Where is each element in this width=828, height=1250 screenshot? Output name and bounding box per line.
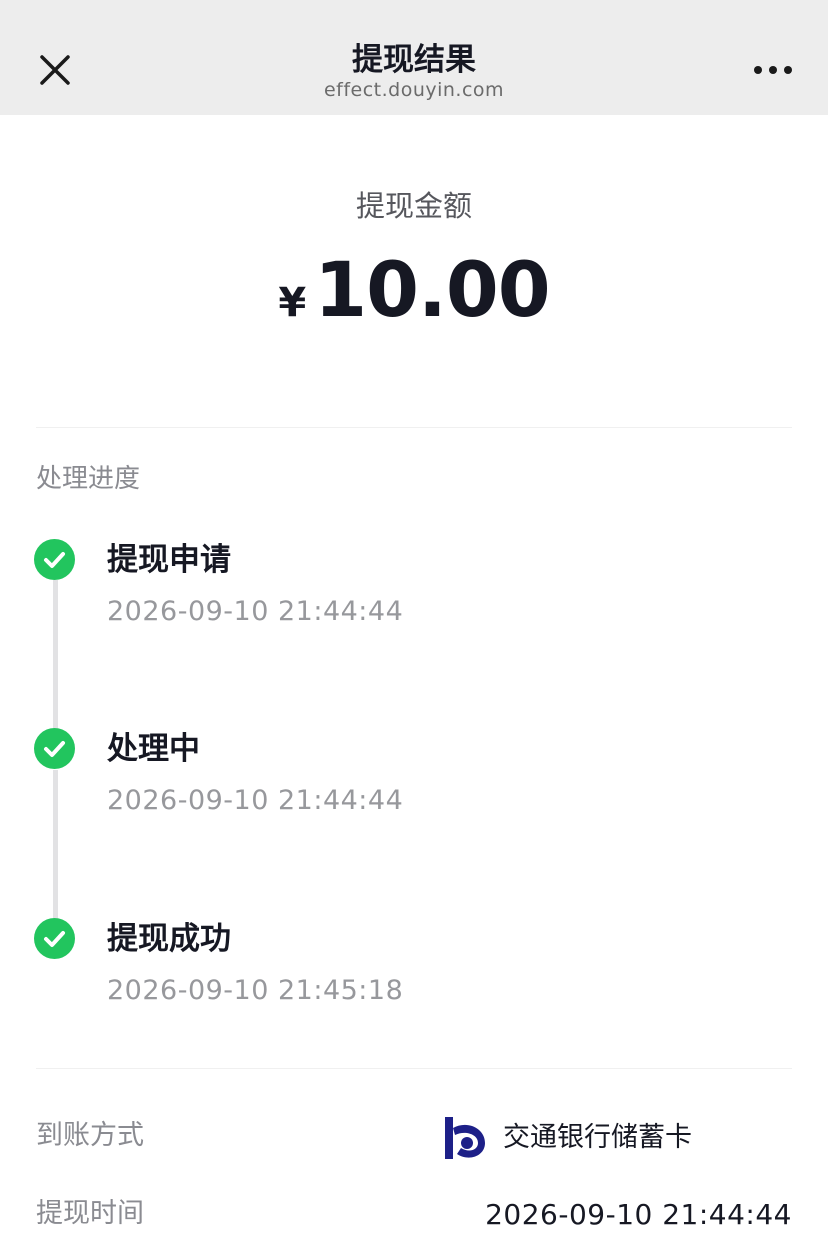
amount-display: ¥10.00 bbox=[0, 250, 828, 351]
amount-value: 10.00 bbox=[314, 245, 550, 334]
check-circle-icon bbox=[34, 918, 75, 959]
top-nav-bar: 提现结果 effect.douyin.com bbox=[0, 0, 828, 115]
progress-section-label: 处理进度 bbox=[36, 464, 141, 494]
more-button[interactable] bbox=[748, 50, 798, 90]
check-circle-icon bbox=[34, 539, 75, 580]
currency-symbol: ¥ bbox=[278, 280, 307, 326]
withdraw-time-value: 2026-09-10 21:44:44 bbox=[485, 1198, 792, 1231]
step-time: 2026-09-10 21:44:44 bbox=[107, 785, 404, 816]
amount-label: 提现金额 bbox=[355, 189, 472, 223]
check-circle-icon bbox=[34, 728, 75, 769]
timeline-connector bbox=[53, 580, 58, 730]
step-title: 处理中 bbox=[107, 731, 200, 767]
step-time: 2026-09-10 21:44:44 bbox=[107, 596, 404, 627]
bank-logo-icon bbox=[443, 1116, 487, 1160]
withdraw-time-label: 提现时间 bbox=[36, 1198, 144, 1229]
arrival-method-label: 到账方式 bbox=[36, 1120, 144, 1151]
page-domain: effect.douyin.com bbox=[323, 79, 505, 101]
page-title: 提现结果 bbox=[352, 42, 476, 78]
step-time: 2026-09-10 21:45:18 bbox=[107, 975, 404, 1006]
step-title: 提现申请 bbox=[107, 542, 231, 578]
divider bbox=[36, 427, 792, 428]
more-dots-icon bbox=[754, 66, 792, 74]
bank-card-name: 交通银行储蓄卡 bbox=[503, 1122, 692, 1153]
timeline-connector bbox=[53, 770, 58, 920]
divider bbox=[36, 1068, 792, 1069]
step-title: 提现成功 bbox=[107, 921, 231, 957]
